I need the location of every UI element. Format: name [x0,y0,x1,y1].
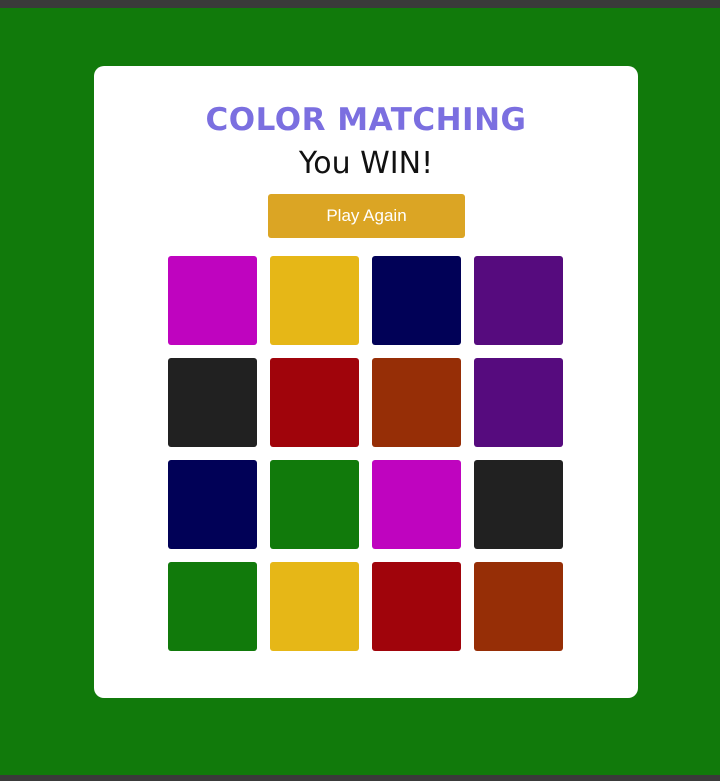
game-card: COLOR MATCHING You WIN! Play Again [94,66,638,698]
color-tile[interactable] [168,460,257,549]
color-tile[interactable] [372,358,461,447]
color-tile[interactable] [270,460,359,549]
color-tile[interactable] [168,256,257,345]
game-title: COLOR MATCHING [205,102,527,138]
color-tile[interactable] [270,358,359,447]
window-bottom-bar [0,775,720,781]
color-tile[interactable] [474,358,563,447]
game-status: You WIN! [298,146,434,181]
color-tile[interactable] [270,256,359,345]
color-tile[interactable] [168,358,257,447]
color-tile[interactable] [474,256,563,345]
color-tile[interactable] [474,460,563,549]
color-tile[interactable] [270,562,359,651]
play-again-button[interactable]: Play Again [268,194,465,238]
color-tile[interactable] [474,562,563,651]
tile-grid [168,256,563,651]
window-top-bar [0,0,720,8]
color-tile[interactable] [372,460,461,549]
color-tile[interactable] [372,562,461,651]
color-tile[interactable] [372,256,461,345]
color-tile[interactable] [168,562,257,651]
